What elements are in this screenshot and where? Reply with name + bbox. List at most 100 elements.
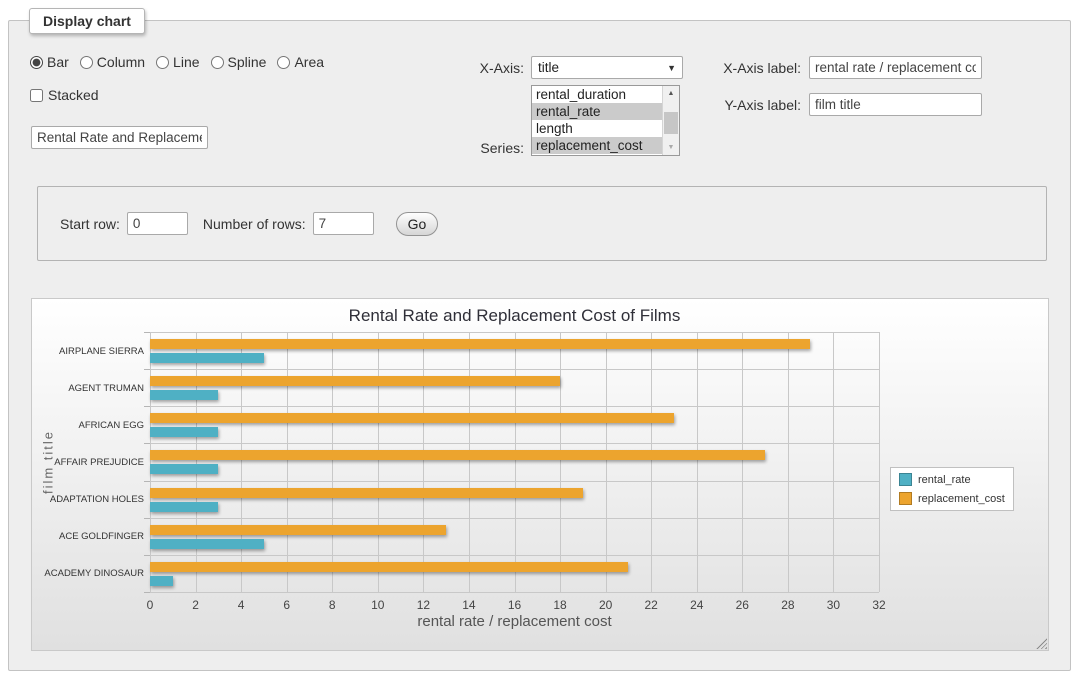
- y-gridline: [150, 592, 879, 593]
- scrollbar-thumb[interactable]: [664, 112, 678, 134]
- chart-type-radio-group: BarColumnLineSplineArea: [30, 54, 324, 70]
- radio-label-line: Line: [173, 54, 199, 70]
- radio-line[interactable]: [156, 56, 169, 69]
- number-of-rows-caption: Number of rows:: [203, 216, 306, 232]
- x-gridline: [651, 332, 652, 592]
- x-axis-label-caption: X-Axis label:: [701, 60, 801, 76]
- x-tick-label: 16: [498, 598, 532, 612]
- series-option-rental_rate[interactable]: rental_rate: [532, 103, 662, 120]
- series-options: rental_durationrental_ratelengthreplacem…: [532, 86, 662, 155]
- x-tick-label: 26: [725, 598, 759, 612]
- x-gridline: [697, 332, 698, 592]
- series-option-replacement_cost[interactable]: replacement_cost: [532, 137, 662, 154]
- x-gridline: [287, 332, 288, 592]
- series-listbox[interactable]: rental_durationrental_ratelengthreplacem…: [531, 85, 680, 156]
- display-chart-panel: Display chart BarColumnLineSplineArea St…: [8, 20, 1071, 671]
- start-row-caption: Start row:: [60, 216, 120, 232]
- chart-type-option-spline: Spline: [211, 54, 267, 70]
- x-gridline: [196, 332, 197, 592]
- series-option-length[interactable]: length: [532, 120, 662, 137]
- y-tick: [144, 332, 150, 333]
- y-tick: [144, 592, 150, 593]
- x-gridline: [241, 332, 242, 592]
- legend-label-rental_rate: rental_rate: [918, 474, 971, 486]
- category-label: AIRPLANE SIERRA: [38, 346, 144, 357]
- x-gridline: [742, 332, 743, 592]
- radio-label-column: Column: [97, 54, 145, 70]
- y-gridline: [150, 332, 879, 333]
- y-gridline: [150, 481, 879, 482]
- x-axis-select-value: title: [538, 60, 667, 75]
- x-tick-label: 0: [133, 598, 167, 612]
- category-label: ACE GOLDFINGER: [38, 531, 144, 542]
- x-gridline: [879, 332, 880, 592]
- x-gridline: [332, 332, 333, 592]
- x-tick-label: 4: [224, 598, 258, 612]
- x-tick-label: 10: [361, 598, 395, 612]
- series-caption: Series:: [441, 140, 524, 156]
- legend-item-replacement_cost[interactable]: replacement_cost: [899, 492, 1005, 505]
- category-label: ADAPTATION HOLES: [38, 494, 144, 505]
- x-tick-label: 20: [589, 598, 623, 612]
- category-label: ACADEMY DINOSAUR: [38, 568, 144, 579]
- x-gridline: [378, 332, 379, 592]
- x-gridline: [606, 332, 607, 592]
- bar-replacement_cost: [150, 376, 560, 386]
- y-tick: [144, 555, 150, 556]
- row-controls-box: Start row: Number of rows: Go: [37, 186, 1047, 261]
- bar-rental_rate: [150, 464, 218, 474]
- legend-swatch-rental_rate: [899, 473, 912, 486]
- x-tick-label: 14: [452, 598, 486, 612]
- y-tick: [144, 369, 150, 370]
- x-gridline: [788, 332, 789, 592]
- bar-replacement_cost: [150, 450, 765, 460]
- y-gridline: [150, 406, 879, 407]
- chart-title-input[interactable]: [31, 126, 208, 149]
- start-row-input[interactable]: [127, 212, 188, 235]
- y-gridline: [150, 518, 879, 519]
- x-tick-label: 24: [680, 598, 714, 612]
- scroll-down-icon[interactable]: ▼: [663, 140, 679, 155]
- legend-swatch-replacement_cost: [899, 492, 912, 505]
- bar-replacement_cost: [150, 562, 628, 572]
- chart-type-option-line: Line: [156, 54, 199, 70]
- chart-type-option-column: Column: [80, 54, 145, 70]
- legend-label-replacement_cost: replacement_cost: [918, 493, 1005, 505]
- bar-replacement_cost: [150, 525, 446, 535]
- chart-legend: rental_rate replacement_cost: [890, 467, 1014, 511]
- chart-type-option-area: Area: [277, 54, 324, 70]
- bar-replacement_cost: [150, 413, 674, 423]
- series-option-rental_duration[interactable]: rental_duration: [532, 86, 662, 103]
- y-tick: [144, 481, 150, 482]
- x-axis-select[interactable]: title ▼: [531, 56, 683, 79]
- x-gridline: [560, 332, 561, 592]
- panel-title: Display chart: [29, 8, 145, 34]
- radio-column[interactable]: [80, 56, 93, 69]
- legend-item-rental_rate[interactable]: rental_rate: [899, 473, 1005, 486]
- x-axis-title: rental rate / replacement cost: [150, 613, 879, 630]
- x-axis-label-input[interactable]: [809, 56, 982, 79]
- scrollbar[interactable]: ▲ ▼: [662, 86, 679, 155]
- y-axis-label-input[interactable]: [809, 93, 982, 116]
- x-gridline: [469, 332, 470, 592]
- x-gridline: [515, 332, 516, 592]
- x-gridline: [833, 332, 834, 592]
- radio-area[interactable]: [277, 56, 290, 69]
- scroll-up-icon[interactable]: ▲: [663, 86, 679, 101]
- y-axis-label-caption: Y-Axis label:: [701, 97, 801, 113]
- radio-spline[interactable]: [211, 56, 224, 69]
- bar-replacement_cost: [150, 339, 810, 349]
- bar-rental_rate: [150, 576, 173, 586]
- x-gridline: [423, 332, 424, 592]
- stacked-label: Stacked: [48, 87, 99, 103]
- x-axis-caption: X-Axis:: [441, 60, 524, 76]
- chart-title: Rental Rate and Replacement Cost of Film…: [150, 306, 879, 326]
- radio-bar[interactable]: [30, 56, 43, 69]
- x-tick-label: 2: [179, 598, 213, 612]
- resize-grip-icon[interactable]: [1036, 638, 1047, 649]
- number-of-rows-input[interactable]: [313, 212, 374, 235]
- x-gridline: [150, 332, 151, 592]
- y-gridline: [150, 555, 879, 556]
- stacked-checkbox[interactable]: [30, 89, 43, 102]
- go-button[interactable]: Go: [396, 212, 439, 236]
